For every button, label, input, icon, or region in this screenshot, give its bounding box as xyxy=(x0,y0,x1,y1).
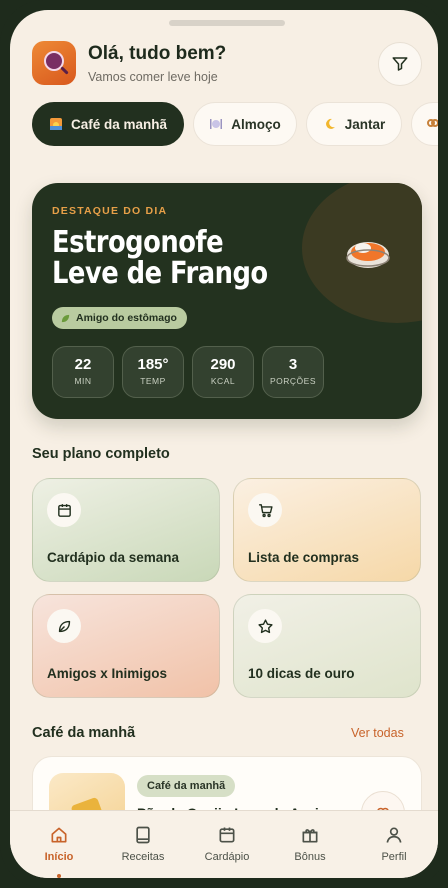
gift-icon xyxy=(302,829,318,843)
tile-weekly-menu[interactable]: Cardápio da semana xyxy=(32,478,220,582)
filter-icon xyxy=(392,57,408,71)
featured-title: Estrogonofe Leve de Frango xyxy=(52,225,268,291)
tile-friends-enemies[interactable]: Amigos x Inimigos xyxy=(32,594,220,698)
tab-menu[interactable]: Cardápio xyxy=(187,825,267,863)
greeting-subtitle: Vamos comer leve hoje xyxy=(88,70,218,84)
leaf-icon xyxy=(58,620,70,632)
moon-icon xyxy=(325,118,335,129)
phone-frame: Olá, tudo bem? Vamos comer leve hoje Caf… xyxy=(0,0,448,888)
stat-temperature-value: 185° xyxy=(137,356,169,373)
star-icon xyxy=(257,618,273,633)
tile-golden-tips-icon-wrap xyxy=(248,609,282,643)
greeting-title: Olá, tudo bem? xyxy=(88,43,227,64)
stat-time-label: MIN xyxy=(74,376,92,386)
chip-breakfast[interactable]: Café da manhã xyxy=(32,102,184,146)
see-all-link[interactable]: Ver todas xyxy=(351,726,404,740)
tile-shopping-list-label: Lista de compras xyxy=(248,550,360,565)
notch xyxy=(169,20,285,26)
cart-icon xyxy=(258,503,273,517)
chip-dinner[interactable]: Jantar xyxy=(306,102,402,146)
tile-golden-tips[interactable]: 10 dicas de ouro xyxy=(233,594,421,698)
tab-profile-label: Perfil xyxy=(381,851,407,863)
stat-calories-label: KCAL xyxy=(210,376,236,386)
tab-bonus-label: Bônus xyxy=(294,851,326,863)
sunrise-icon xyxy=(49,118,62,130)
stat-calories: 290 KCAL xyxy=(192,346,254,398)
chip-lunch-label: Almoço xyxy=(231,116,281,132)
user-icon xyxy=(386,827,402,843)
stat-servings-value: 3 xyxy=(288,356,298,373)
dish-icon xyxy=(346,242,390,268)
active-tab-indicator xyxy=(57,874,61,878)
featured-badge-label: Amigo do estômago xyxy=(76,312,177,324)
book-icon xyxy=(136,826,150,844)
calendar-icon xyxy=(219,827,235,843)
stat-calories-value: 290 xyxy=(210,356,236,373)
bottom-tab-bar: Início Receitas Cardápio Bônus Perfil xyxy=(10,810,438,878)
tile-weekly-menu-icon-wrap xyxy=(47,493,81,527)
featured-kicker: DESTAQUE DO DIA xyxy=(52,205,168,217)
tab-home[interactable]: Início xyxy=(19,825,99,878)
meal-chips: Café da manhã Almoço Jantar xyxy=(32,102,438,146)
tile-shopping-list[interactable]: Lista de compras xyxy=(233,478,421,582)
tab-recipes-label: Receitas xyxy=(121,851,165,863)
header: Olá, tudo bem? Vamos comer leve hoje xyxy=(32,41,422,91)
calendar-icon xyxy=(57,503,71,517)
tab-bonus[interactable]: Bônus xyxy=(270,825,350,863)
stat-temperature: 185° TEMP xyxy=(122,346,184,398)
stat-time-value: 22 xyxy=(74,356,92,373)
chip-breakfast-label: Café da manhã xyxy=(70,116,168,132)
featured-badge: Amigo do estômago xyxy=(52,307,187,329)
home-icon xyxy=(51,827,67,843)
tab-home-label: Início xyxy=(44,851,74,863)
featured-recipe-card[interactable]: DESTAQUE DO DIA Estrogonofe Leve de Fran… xyxy=(32,183,422,419)
chip-lunch[interactable]: Almoço xyxy=(193,102,297,146)
tile-friends-enemies-label: Amigos x Inimigos xyxy=(47,666,168,681)
stat-temperature-label: TEMP xyxy=(140,376,166,386)
leaf-icon xyxy=(61,314,70,322)
chip-snack[interactable] xyxy=(411,102,438,146)
chip-dinner-label: Jantar xyxy=(344,116,386,132)
tab-menu-label: Cardápio xyxy=(204,851,250,863)
stat-servings: 3 PORÇÕES xyxy=(262,346,324,398)
stat-time: 22 MIN xyxy=(52,346,114,398)
stat-servings-label: PORÇÕES xyxy=(269,376,316,386)
tile-shopping-list-icon-wrap xyxy=(248,493,282,527)
logo-handle xyxy=(60,66,69,75)
tab-recipes[interactable]: Receitas xyxy=(103,825,183,863)
breakfast-section-title: Café da manhã xyxy=(32,725,136,741)
recipe-tag: Café da manhã xyxy=(137,775,236,797)
plan-section-title: Seu plano completo xyxy=(32,446,170,462)
tile-golden-tips-label: 10 dicas de ouro xyxy=(248,666,355,681)
app-logo xyxy=(32,41,76,85)
tile-friends-enemies-icon-wrap xyxy=(47,609,81,643)
filter-button[interactable] xyxy=(378,42,422,86)
tile-weekly-menu-label: Cardápio da semana xyxy=(47,550,180,565)
tab-profile[interactable]: Perfil xyxy=(354,825,434,863)
pretzel-icon xyxy=(427,119,438,127)
plate-icon xyxy=(210,119,223,129)
app-screen: Olá, tudo bem? Vamos comer leve hoje Caf… xyxy=(10,10,438,878)
